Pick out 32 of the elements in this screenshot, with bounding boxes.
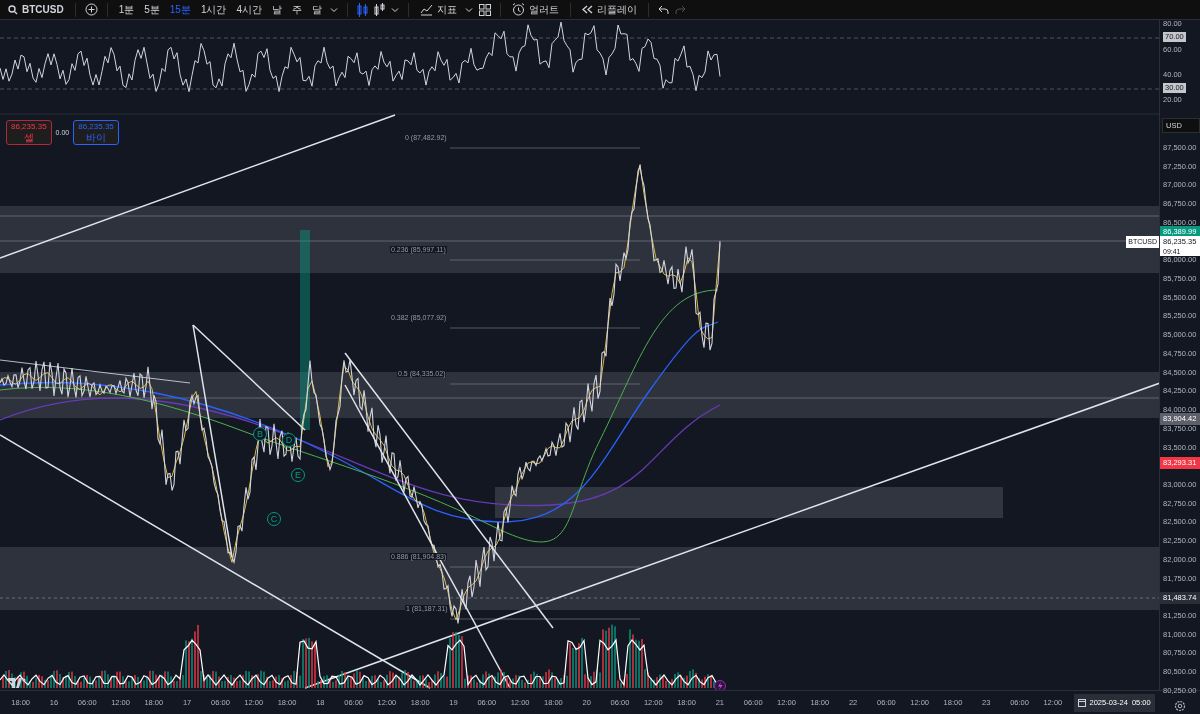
calendar-icon bbox=[1077, 698, 1086, 707]
chart-line-icon bbox=[420, 3, 434, 16]
replay-button[interactable]: 리플레이 bbox=[580, 2, 640, 17]
interval-button[interactable]: 날 bbox=[270, 2, 285, 17]
search-icon bbox=[8, 4, 18, 15]
interval-button[interactable]: 달 bbox=[310, 2, 325, 17]
interval-button[interactable]: 5분 bbox=[142, 2, 162, 17]
layout-grid-icon[interactable] bbox=[479, 3, 492, 16]
caret-icon[interactable] bbox=[330, 5, 339, 14]
sell-button[interactable]: 86,235.35 셀 bbox=[6, 120, 52, 145]
interval-button[interactable]: 주 bbox=[290, 2, 305, 17]
add-symbol-icon[interactable] bbox=[84, 3, 98, 16]
candle-style-icon[interactable] bbox=[374, 2, 386, 17]
indicators-button[interactable]: 지표 bbox=[418, 2, 460, 17]
wave-label: E bbox=[291, 468, 305, 482]
alert-button[interactable]: 얼러트 bbox=[510, 2, 562, 17]
symbol-search-button[interactable]: BTCUSD bbox=[6, 4, 66, 15]
interval-button[interactable]: 15분 bbox=[167, 2, 193, 17]
undo-icon[interactable] bbox=[658, 4, 670, 15]
caret-icon[interactable] bbox=[391, 5, 400, 14]
interval-button[interactable]: 1시간 bbox=[198, 2, 229, 17]
interval-button[interactable]: 4시간 bbox=[234, 2, 265, 17]
lightning-icon[interactable] bbox=[714, 680, 726, 690]
settings-icon[interactable] bbox=[1174, 700, 1186, 712]
alarm-clock-icon bbox=[512, 3, 526, 16]
wave-label: C bbox=[267, 512, 281, 526]
logo-icon bbox=[8, 678, 26, 688]
wave-label: B bbox=[253, 427, 267, 441]
caret-icon[interactable] bbox=[465, 5, 474, 14]
interval-button[interactable]: 1분 bbox=[116, 2, 137, 17]
candles-icon[interactable] bbox=[357, 2, 369, 17]
rewind-icon bbox=[582, 5, 594, 14]
